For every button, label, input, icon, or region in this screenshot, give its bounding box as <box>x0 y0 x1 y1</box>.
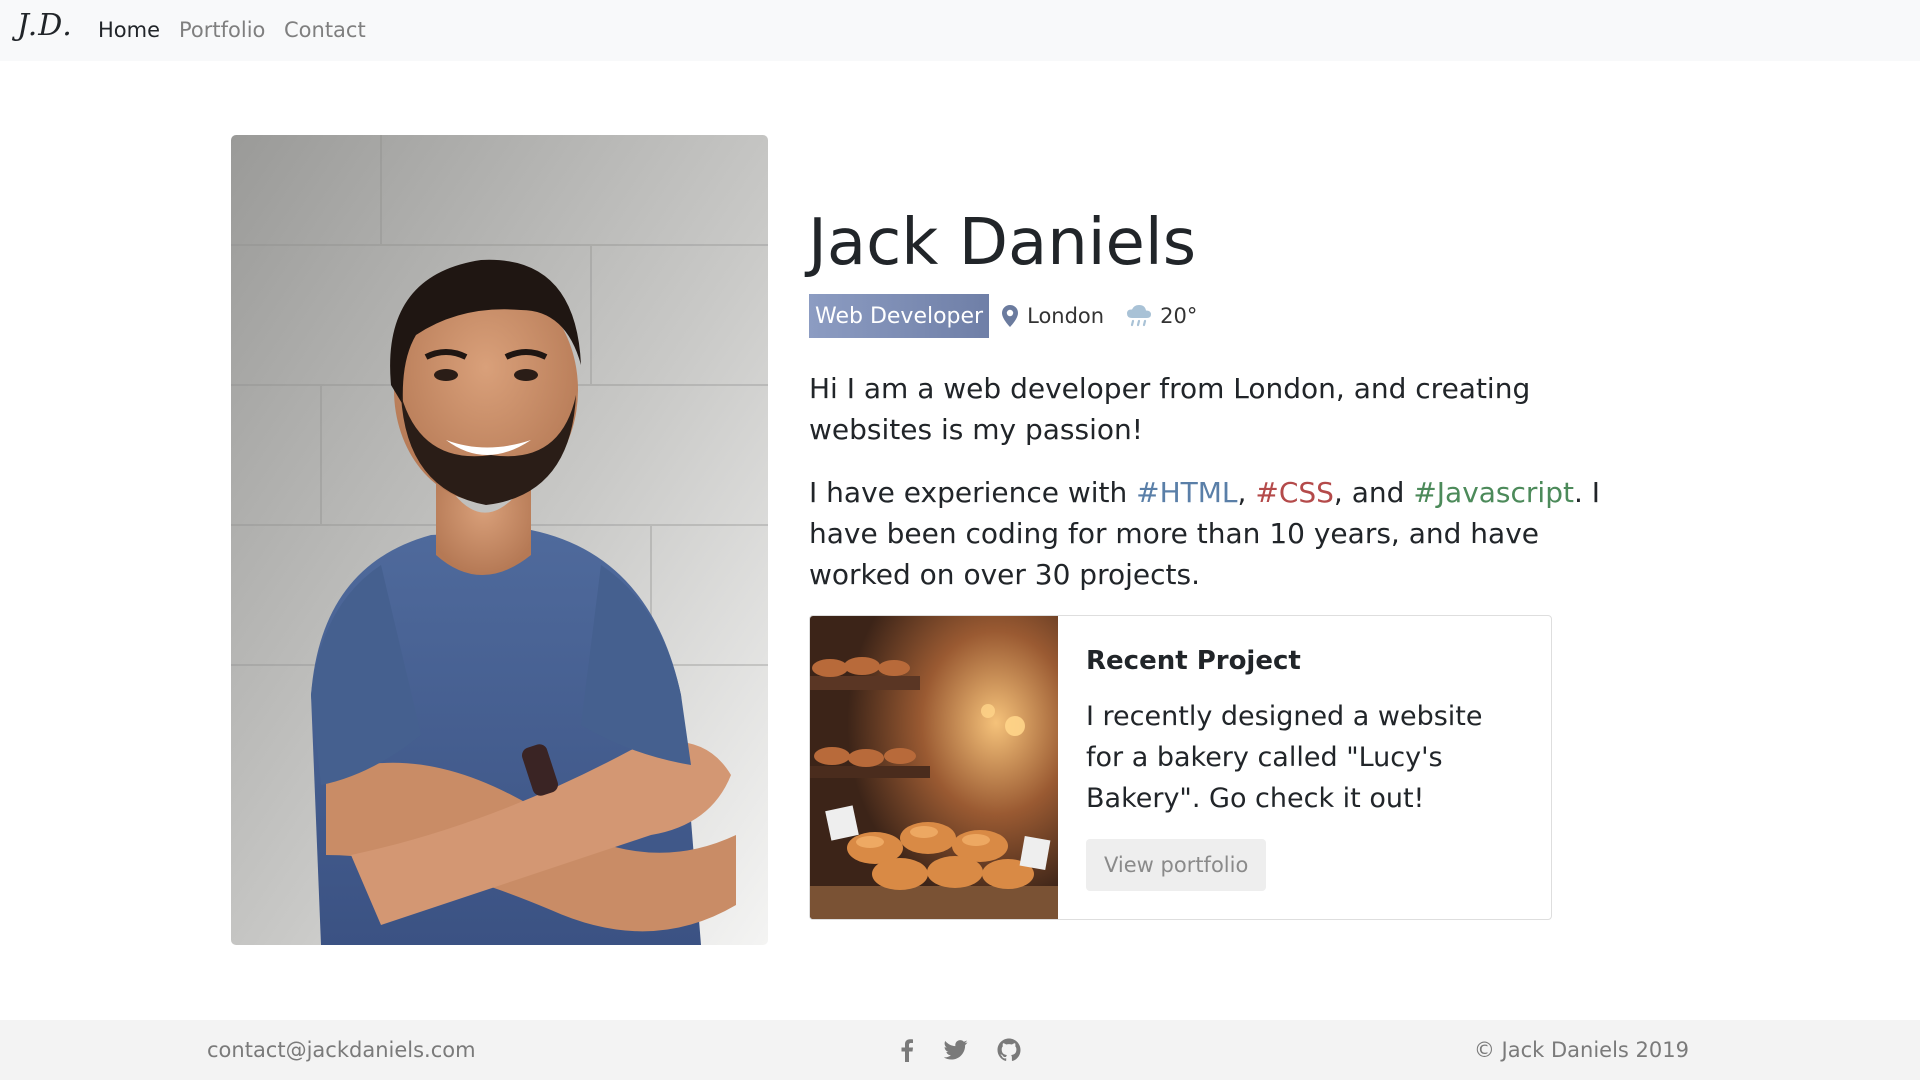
temperature-label: 20° <box>1160 304 1198 328</box>
profile-name: Jack Daniels <box>808 206 1197 280</box>
twitter-icon[interactable] <box>942 1036 970 1064</box>
tag-javascript[interactable]: #Javascript <box>1413 476 1574 509</box>
nav-link-portfolio[interactable]: Portfolio <box>179 18 265 42</box>
nav-link-home[interactable]: Home <box>98 18 160 42</box>
map-pin-icon <box>1001 303 1019 329</box>
brand-logo[interactable]: J.D. <box>17 8 73 43</box>
separator: , and <box>1333 476 1414 509</box>
experience-prefix: I have experience with <box>809 476 1137 509</box>
rain-cloud-icon <box>1126 303 1152 329</box>
tag-css[interactable]: #CSS <box>1255 476 1334 509</box>
intro-paragraph: Hi I am a web developer from London, and… <box>809 372 1531 446</box>
github-icon[interactable] <box>995 1036 1023 1064</box>
location-label: London <box>1027 304 1105 328</box>
card-title: Recent Project <box>1086 646 1301 676</box>
nav-link-contact[interactable]: Contact <box>284 18 366 42</box>
contact-email-link[interactable]: contact@jackdaniels.com <box>207 1038 476 1062</box>
view-portfolio-button[interactable]: View portfolio <box>1086 839 1267 891</box>
bakery-image <box>810 616 1058 919</box>
role-badge: Web Developer <box>809 294 990 338</box>
profile-photo <box>231 135 768 945</box>
copyright-text: © Jack Daniels 2019 <box>1473 1038 1689 1062</box>
tag-html[interactable]: #HTML <box>1136 476 1237 509</box>
navbar: J.D. Home Portfolio Contact <box>0 0 1920 61</box>
facebook-icon[interactable] <box>893 1036 921 1064</box>
footer: contact@jackdaniels.com © Jack Daniels 2… <box>0 1020 1920 1080</box>
card-text: I recently designed a website for a bake… <box>1086 701 1483 814</box>
recent-project-card: Recent Project I recently designed a web… <box>809 615 1552 920</box>
experience-paragraph: I have experience with #HTML, #CSS, and … <box>809 472 1629 595</box>
profile-meta: Web Developer London 20° <box>809 294 1197 338</box>
separator: , <box>1237 476 1256 509</box>
